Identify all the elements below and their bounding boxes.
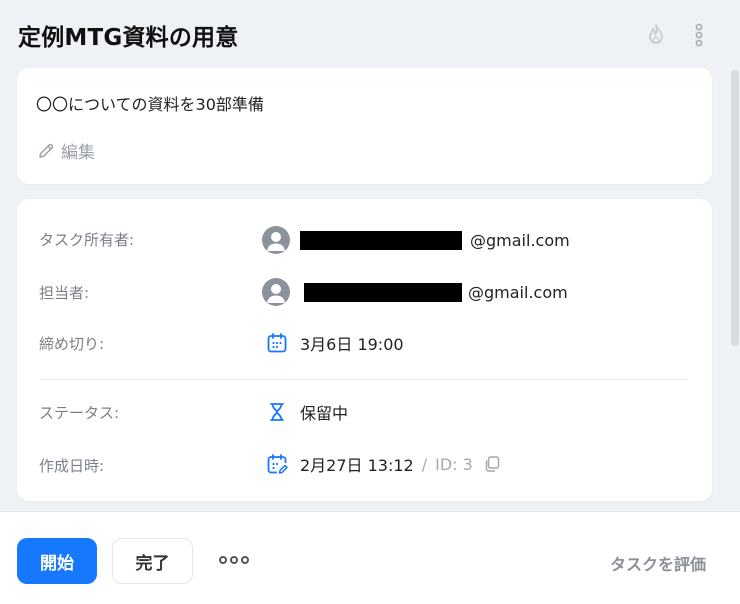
status-value[interactable]: 保留中 xyxy=(266,400,348,424)
task-description: 〇〇についての資料を30部準備 xyxy=(36,95,264,114)
hourglass-icon xyxy=(270,403,284,421)
assignee-row: 担当者: @gmail.com xyxy=(17,278,712,308)
deadline-label: 締め切り: xyxy=(39,335,105,353)
start-button[interactable]: 開始 xyxy=(17,538,97,584)
edit-label: 編集 xyxy=(61,143,95,163)
calendar-edit-icon xyxy=(267,454,288,474)
id-separator: / xyxy=(421,454,428,474)
action-footer: 開始 完了 タスクを評価 xyxy=(0,511,740,604)
kebab-menu-icon[interactable] xyxy=(688,23,710,47)
redacted-email xyxy=(300,230,462,250)
details-card: タスク所有者: @gmail.com 担当者: @gmail.com 締め切り:… xyxy=(17,199,712,501)
status-row: ステータス: 保留中 xyxy=(17,399,712,429)
redacted-email xyxy=(304,282,462,302)
assignee-value[interactable]: @gmail.com xyxy=(262,278,568,306)
scrollbar[interactable] xyxy=(731,70,739,346)
status-label: ステータス: xyxy=(39,404,120,422)
task-header: 定例MTG資料の用意 xyxy=(0,0,740,68)
user-avatar-icon xyxy=(262,278,290,306)
owner-value[interactable]: @gmail.com xyxy=(262,226,570,254)
divider xyxy=(40,379,688,380)
copy-icon[interactable] xyxy=(483,455,501,473)
owner-row: タスク所有者: @gmail.com xyxy=(17,226,712,256)
deadline-value[interactable]: 3月6日 19:00 xyxy=(266,331,404,355)
status-text: 保留中 xyxy=(300,404,349,423)
assignee-email-domain: @gmail.com xyxy=(468,282,568,302)
more-icon[interactable] xyxy=(219,556,249,564)
calendar-icon xyxy=(267,333,287,353)
user-avatar-icon xyxy=(262,226,290,254)
task-title: 定例MTG資料の用意 xyxy=(18,25,239,51)
created-row: 作成日時: 2月27日 13:12 / ID: 3 xyxy=(17,451,712,481)
edit-button[interactable]: 編集 xyxy=(37,138,95,163)
created-label: 作成日時: xyxy=(39,457,105,475)
assignee-label: 担当者: xyxy=(39,284,90,302)
deadline-row: 締め切り: 3月6日 19:00 xyxy=(17,330,712,360)
created-value: 2月27日 13:12 / ID: 3 xyxy=(266,452,501,476)
rate-task-button[interactable]: タスクを評価 xyxy=(610,551,706,575)
deadline-text: 3月6日 19:00 xyxy=(300,335,404,354)
owner-email-domain: @gmail.com xyxy=(470,230,570,250)
pencil-icon xyxy=(39,143,54,158)
task-id: ID: 3 xyxy=(435,454,473,474)
owner-label: タスク所有者: xyxy=(39,231,135,249)
flame-icon[interactable] xyxy=(645,23,667,47)
description-card: 〇〇についての資料を30部準備 編集 xyxy=(17,68,712,184)
complete-button[interactable]: 完了 xyxy=(112,538,193,584)
created-date: 2月27日 13:12 xyxy=(300,456,414,475)
